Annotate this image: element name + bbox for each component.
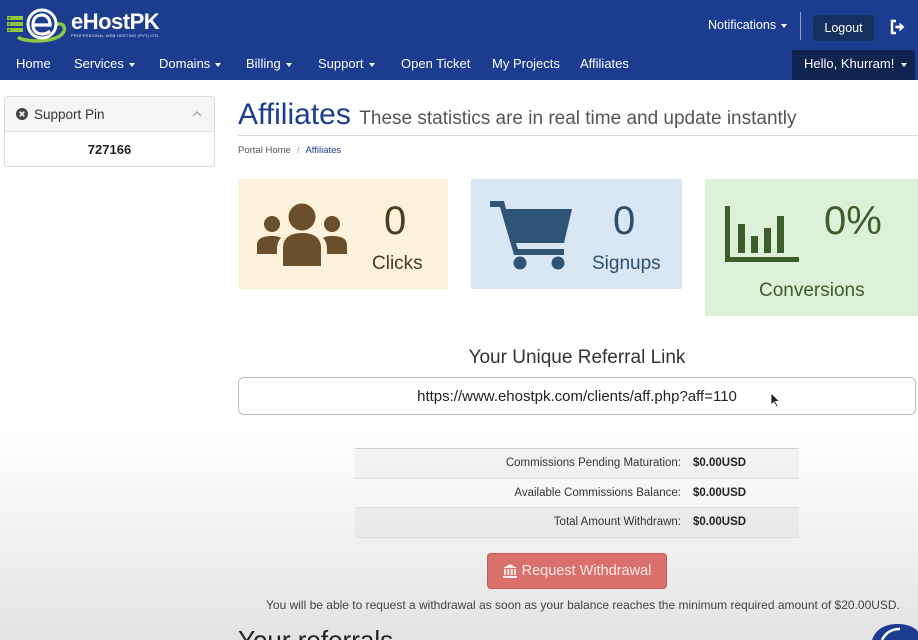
caret-down-icon	[128, 62, 135, 67]
bank-icon	[502, 564, 517, 578]
support-pin-header[interactable]: Support Pin	[5, 97, 214, 132]
caret-down-icon	[781, 23, 788, 28]
chat-widget-icon[interactable]	[868, 622, 918, 640]
nav-services[interactable]: Services	[74, 50, 135, 80]
support-pin-title: Support Pin	[34, 106, 105, 122]
user-menu[interactable]: Hello, Khurram!	[792, 50, 915, 80]
nav-affiliates[interactable]: Affiliates	[580, 50, 629, 80]
users-icon	[257, 203, 347, 266]
request-withdrawal-label: Request Withdrawal	[521, 563, 652, 579]
nav-services-label: Services	[74, 56, 124, 71]
table-row: Available Commissions Balance: $0.00USD	[355, 479, 799, 509]
user-greeting: Hello, Khurram!	[804, 56, 895, 71]
caret-down-icon	[368, 62, 375, 67]
table-row: Total Amount Withdrawn: $0.00USD	[355, 508, 799, 538]
page-title: Affiliates	[238, 98, 351, 131]
table-row: Commissions Pending Maturation: $0.00USD	[355, 449, 799, 479]
commission-value: $0.00USD	[693, 516, 747, 529]
shopping-cart-icon	[490, 201, 572, 270]
header-divider	[800, 12, 801, 40]
commission-value: $0.00USD	[693, 486, 747, 499]
nav-support[interactable]: Support	[318, 50, 375, 80]
support-pin-panel: Support Pin 727166	[4, 96, 215, 167]
referrals-heading: Your referrals	[238, 625, 394, 640]
nav-affiliates-label: Affiliates	[580, 56, 629, 71]
notifications-dropdown[interactable]: Notifications	[708, 18, 788, 32]
nav-domains[interactable]: Domains	[159, 50, 222, 80]
bar-chart-icon	[725, 206, 799, 262]
signups-label: Signups	[592, 253, 661, 274]
conversions-value: 0%	[824, 199, 882, 243]
nav-home-label: Home	[16, 56, 51, 71]
brand-wordmark: eHostPK PROFESSIONAL WEB HOSTING (PVT) L…	[71, 11, 160, 39]
nav-open-ticket[interactable]: Open Ticket	[401, 50, 470, 80]
commission-value: $0.00USD	[693, 457, 747, 470]
mouse-pointer-icon	[770, 392, 780, 408]
signups-tile: 0 Signups	[471, 179, 682, 289]
clicks-tile: 0 Clicks	[238, 179, 448, 289]
breadcrumb-current: Affiliates	[305, 145, 342, 156]
brand-name: eHostPK	[71, 9, 160, 34]
caret-down-icon	[215, 62, 222, 67]
referral-link-url: https://www.ehostpk.com/clients/aff.php?…	[417, 387, 737, 405]
withdrawal-minimum-note: You will be able to request a withdrawal…	[266, 598, 900, 612]
conversions-label: Conversions	[759, 280, 865, 301]
commission-label: Commissions Pending Maturation:	[505, 457, 681, 470]
caret-down-icon	[285, 62, 292, 67]
nav-my-projects-label: My Projects	[492, 56, 560, 71]
nav-billing-label: Billing	[246, 56, 281, 71]
logout-button[interactable]: Logout	[813, 15, 874, 41]
referral-link-field[interactable]: https://www.ehostpk.com/clients/aff.php?…	[238, 377, 916, 415]
nav-my-projects[interactable]: My Projects	[492, 50, 560, 80]
notifications-label: Notifications	[708, 18, 777, 32]
caret-down-icon	[901, 62, 908, 67]
page-heading: Affiliates These statistics are in real …	[238, 98, 797, 132]
nav-support-label: Support	[318, 56, 364, 71]
request-withdrawal-button[interactable]: Request Withdrawal	[487, 553, 667, 589]
clicks-label: Clicks	[372, 253, 423, 274]
conversions-tile: 0% Conversions	[705, 179, 918, 316]
commissions-table: Commissions Pending Maturation: $0.00USD…	[355, 448, 799, 538]
page-subtitle: These statistics are in real time and up…	[359, 108, 797, 129]
nav-domains-label: Domains	[159, 56, 211, 71]
clicks-value: 0	[384, 199, 407, 243]
nav-billing[interactable]: Billing	[246, 50, 292, 80]
breadcrumb-separator: /	[296, 145, 300, 156]
sign-out-icon[interactable]	[890, 19, 906, 40]
times-circle-icon	[16, 108, 28, 120]
breadcrumb: Portal Home / Affiliates	[238, 145, 341, 156]
nav-open-ticket-label: Open Ticket	[401, 56, 471, 71]
breadcrumb-home-link[interactable]: Portal Home	[238, 145, 291, 156]
nav-home[interactable]: Home	[16, 50, 51, 80]
referral-link-heading: Your Unique Referral Link	[468, 347, 686, 368]
signups-value: 0	[613, 199, 636, 243]
ehostpk-logo-icon	[7, 8, 67, 43]
support-pin-value: 727166	[87, 141, 132, 157]
top-navbar: eHostPK PROFESSIONAL WEB HOSTING (PVT) L…	[0, 0, 918, 80]
commission-label: Available Commissions Balance:	[514, 486, 681, 499]
commission-label: Total Amount Withdrawn:	[553, 516, 681, 529]
title-divider	[238, 135, 918, 136]
chevron-up-icon[interactable]	[192, 110, 202, 117]
brand-tagline: PROFESSIONAL WEB HOSTING (PVT) LTD.	[71, 33, 160, 38]
brand-logo[interactable]: eHostPK PROFESSIONAL WEB HOSTING (PVT) L…	[6, 6, 160, 44]
